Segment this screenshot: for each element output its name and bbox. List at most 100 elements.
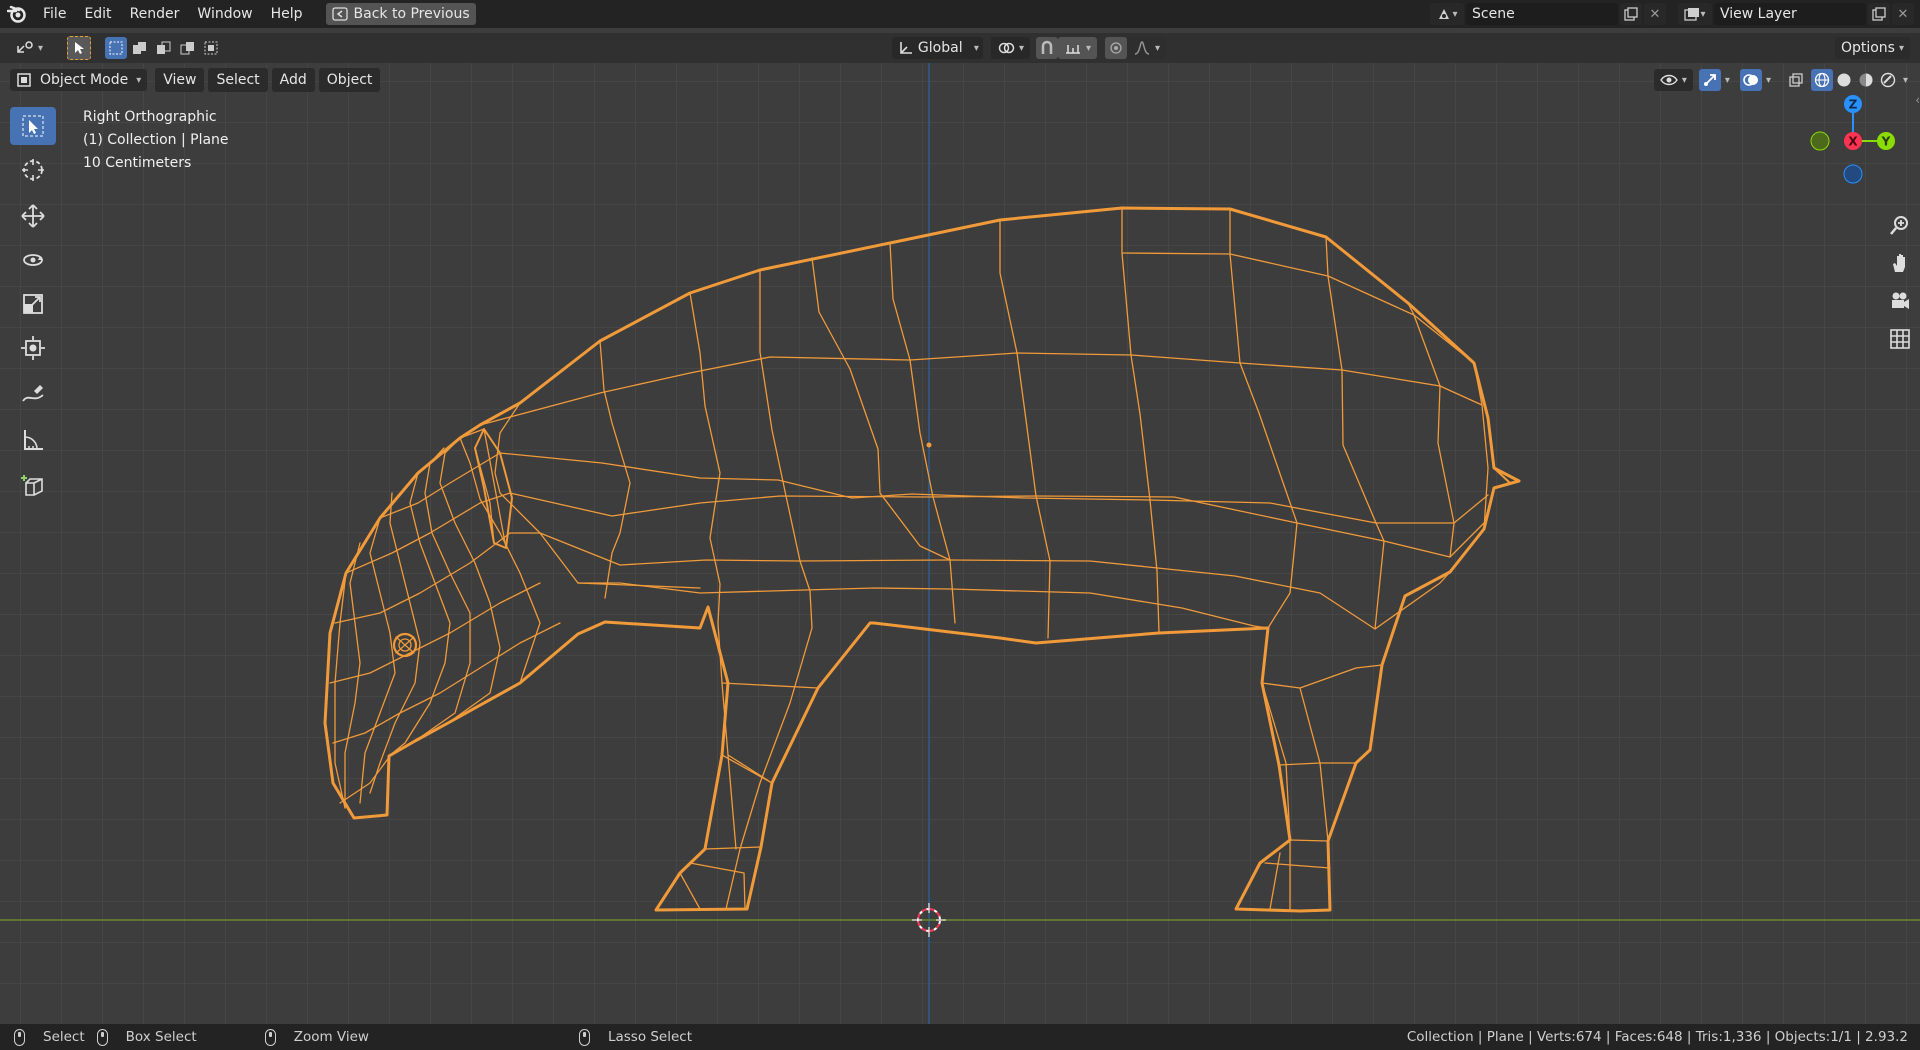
delete-scene-icon[interactable]: ✕ — [1644, 3, 1666, 25]
editor-type-dropdown[interactable]: ▾ — [10, 37, 50, 59]
delete-view-layer-icon[interactable]: ✕ — [1892, 3, 1914, 25]
add-cube-tool[interactable] — [10, 467, 56, 505]
rotate-tool[interactable] — [10, 241, 56, 279]
new-scene-icon[interactable] — [1620, 3, 1642, 25]
grid-scale-label: 10 Centimeters — [83, 155, 192, 171]
object-mode-label: Object Mode — [40, 72, 129, 88]
scene-name-field[interactable]: Scene — [1466, 3, 1618, 25]
object-mode-icon — [17, 73, 31, 87]
select-box-tool[interactable] — [10, 107, 56, 145]
selection-mode-group — [105, 37, 223, 59]
pan-view-button[interactable] — [1885, 248, 1915, 278]
scale-tool[interactable] — [10, 285, 56, 323]
neg-z-axis-icon[interactable] — [1843, 164, 1863, 184]
new-view-layer-icon[interactable] — [1868, 3, 1890, 25]
middle-mouse-icon — [264, 1028, 276, 1046]
menu-window[interactable]: Window — [188, 0, 261, 28]
scene-overlay — [0, 63, 1920, 1024]
proportional-falloff-dropdown[interactable]: ▾ — [1127, 37, 1167, 59]
navigation-gizmo[interactable]: Z Y X — [1796, 86, 1906, 196]
object-origin[interactable] — [926, 442, 932, 448]
status-box-select: Box Select — [96, 1028, 197, 1046]
object-mode-dropdown[interactable]: Object Mode ▾ — [10, 69, 148, 91]
camera-view-button[interactable] — [1885, 286, 1915, 316]
gizmo-toggle-icon[interactable] — [1698, 69, 1721, 91]
view-name-label: Right Orthographic — [83, 109, 217, 125]
y-axis-label: Y — [1881, 135, 1891, 149]
overlays-toggle-icon[interactable] — [1739, 69, 1762, 91]
status-zoom-view: Zoom View — [264, 1028, 369, 1046]
proportional-editing-icon[interactable] — [1105, 37, 1128, 59]
mode-difference-icon[interactable] — [177, 37, 199, 59]
mode-extend-icon[interactable] — [129, 37, 151, 59]
menu-add[interactable]: Add — [271, 68, 315, 92]
mode-subtract-icon[interactable] — [153, 37, 175, 59]
options-label: Options — [1840, 40, 1895, 56]
status-zoom-view-label: Zoom View — [293, 1029, 369, 1045]
options-dropdown[interactable]: Options ▾ — [1834, 37, 1910, 59]
move-tool[interactable] — [10, 197, 56, 235]
overlays-dropdown-icon[interactable]: ▾ — [1766, 75, 1771, 86]
toggle-perspective-button[interactable] — [1885, 324, 1915, 354]
right-mouse-icon — [578, 1028, 590, 1046]
tapir-wireframe-mesh[interactable] — [323, 206, 1521, 913]
drag-mouse-icon — [96, 1028, 108, 1046]
annotate-tool[interactable] — [10, 377, 56, 415]
menu-help[interactable]: Help — [262, 0, 312, 28]
wireframe-shading-icon[interactable] — [1810, 69, 1833, 91]
gizmo-dropdown-icon[interactable]: ▾ — [1725, 75, 1730, 86]
zoom-view-button[interactable] — [1885, 210, 1915, 240]
view-layer-field[interactable]: View Layer — [1714, 3, 1866, 25]
back-to-previous-label: Back to Previous — [353, 6, 470, 22]
menu-render[interactable]: Render — [121, 0, 189, 28]
menu-file[interactable]: File — [34, 0, 75, 28]
orientation-axes-icon — [900, 42, 912, 54]
top-bar: File Edit Render Window Help Back to Pre… — [0, 0, 1920, 28]
snap-target-dropdown[interactable]: ▾ — [1057, 37, 1098, 59]
mode-set-new-icon[interactable] — [105, 37, 128, 59]
transform-orientation-dropdown[interactable]: Global ▾ — [891, 37, 983, 59]
sidebar-toggle-icon[interactable]: ‹ — [1915, 93, 1920, 107]
zoom-icon — [1890, 216, 1908, 235]
solid-shading-icon[interactable] — [1833, 69, 1855, 91]
status-lasso-select: Lasso Select — [578, 1028, 692, 1046]
pivot-icon — [998, 42, 1015, 54]
tool-header: ▾ Global ▾ ▾ ▾ ▾ Options ▾ — [0, 33, 1920, 63]
transform-tool[interactable] — [10, 329, 56, 367]
xray-toggle-icon[interactable] — [1785, 69, 1807, 91]
3d-viewport[interactable]: Right Orthographic (1) Collection | Plan… — [0, 63, 1920, 1024]
status-select: Select — [14, 1028, 85, 1046]
shading-dropdown-icon[interactable]: ▾ — [1903, 75, 1908, 86]
rendered-shading-icon[interactable] — [1877, 69, 1899, 91]
z-axis-label: Z — [1849, 98, 1858, 112]
select-box-icon — [22, 115, 44, 137]
scale-icon — [23, 294, 43, 314]
menu-edit[interactable]: Edit — [75, 0, 120, 28]
transform-icon — [21, 336, 45, 360]
neg-y-axis-icon[interactable] — [1810, 131, 1830, 151]
falloff-curve-icon — [1134, 41, 1150, 55]
view-layer-selector-icon[interactable]: ▾ — [1678, 3, 1712, 25]
viewport-header: Object Mode ▾ View Select Add Object ▾ ▾… — [0, 66, 1920, 94]
menu-object[interactable]: Object — [318, 68, 381, 92]
pivot-point-dropdown[interactable]: ▾ — [990, 37, 1030, 59]
material-preview-shading-icon[interactable] — [1855, 69, 1877, 91]
menu-select[interactable]: Select — [208, 68, 268, 92]
snap-toggle-icon[interactable] — [1035, 37, 1058, 59]
back-to-previous-button[interactable]: Back to Previous — [325, 3, 476, 25]
scene-selector-icon[interactable]: ▾ — [1430, 3, 1464, 25]
add-cube-icon — [21, 475, 43, 496]
measure-tool[interactable] — [10, 421, 56, 459]
select-tweak-tool-icon[interactable] — [67, 36, 92, 60]
mode-intersect-icon[interactable] — [201, 37, 223, 59]
active-collection-label: (1) Collection | Plane — [83, 132, 229, 148]
transform-orientation-label: Global — [917, 40, 963, 56]
eye-icon — [1660, 74, 1678, 86]
annotate-icon — [22, 385, 44, 402]
blender-logo-icon[interactable] — [0, 5, 34, 23]
x-axis-label: X — [1848, 135, 1858, 149]
cursor-tool[interactable] — [10, 151, 56, 189]
menu-view[interactable]: View — [155, 68, 205, 92]
snap-increment-icon — [1065, 45, 1080, 54]
visibility-dropdown[interactable]: ▾ — [1653, 69, 1693, 91]
